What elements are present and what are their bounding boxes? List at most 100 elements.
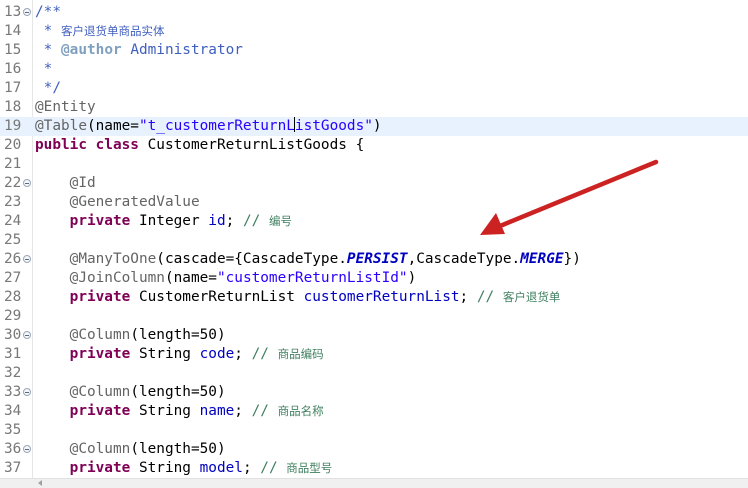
code-line[interactable]: 34 private String name; // 商品名称	[0, 402, 748, 421]
code-token: @Column	[69, 441, 131, 457]
code-token: 商品型号	[286, 461, 333, 475]
code-token: @Table	[35, 118, 87, 134]
code-token: (length=50)	[130, 384, 226, 400]
fold-toggle-icon[interactable]	[23, 331, 31, 339]
code-text: private Integer id; // 编号	[35, 212, 292, 231]
code-token: code	[199, 346, 235, 362]
code-token: *	[35, 23, 61, 39]
code-token: */	[35, 80, 61, 96]
code-token: 客户退货单	[502, 290, 561, 304]
code-token: //	[251, 346, 278, 362]
code-line[interactable]: 14 * 客户退货单商品实体	[0, 22, 748, 41]
code-line[interactable]: 25	[0, 231, 748, 250]
code-line[interactable]: 26 @ManyToOne(cascade={CascadeType.PERSI…	[0, 250, 748, 269]
code-line[interactable]: 17 */	[0, 79, 748, 98]
code-line[interactable]: 15 * @author Administrator	[0, 41, 748, 60]
code-line[interactable]: 22 @Id	[0, 174, 748, 193]
fold-toggle-icon[interactable]	[23, 8, 31, 16]
code-token: )	[407, 270, 417, 286]
code-token: customerReturnList	[303, 289, 460, 305]
fold-toggle-icon[interactable]	[23, 255, 31, 263]
code-line[interactable]: 33 @Column(length=50)	[0, 383, 748, 402]
code-line[interactable]: 20 public class CustomerReturnListGoods {	[0, 136, 748, 155]
code-token: CustomerReturnListGoods {	[138, 137, 365, 153]
code-token: //	[476, 289, 503, 305]
line-number: 32	[4, 365, 22, 381]
code-line[interactable]: 29	[0, 307, 748, 326]
code-token: ;	[242, 460, 261, 476]
code-token: @GeneratedValue	[69, 194, 200, 210]
code-token: (cascade={CascadeType.	[156, 251, 347, 267]
code-token: ;	[459, 289, 477, 305]
code-token: @Column	[69, 384, 131, 400]
fold-toggle-icon[interactable]	[23, 179, 31, 187]
code-token: 商品名称	[277, 404, 324, 418]
code-token: private	[69, 460, 131, 476]
line-number: 34	[4, 403, 22, 419]
code-token: public class	[35, 137, 139, 153]
code-token: id	[208, 213, 226, 229]
code-token: @Id	[69, 175, 96, 191]
code-line[interactable]: 16 *	[0, 60, 748, 79]
code-token: "customerReturnListId"	[216, 270, 408, 286]
code-line[interactable]: 30 @Column(length=50)	[0, 326, 748, 345]
code-line[interactable]: 19 @Table(name="t_customerReturnListGoods…	[0, 117, 748, 136]
code-token: 编号	[268, 214, 292, 228]
code-line[interactable]: 24 private Integer id; // 编号	[0, 212, 748, 231]
line-number: 14	[4, 23, 22, 39]
code-line[interactable]: 18 @Entity	[0, 98, 748, 117]
code-token: private	[69, 289, 131, 305]
code-token: CustomerReturnList	[130, 289, 304, 305]
code-token: Integer	[130, 213, 209, 229]
line-number: 23	[4, 194, 22, 210]
fold-toggle-icon[interactable]	[23, 445, 31, 453]
code-token: })	[563, 251, 581, 267]
code-line[interactable]: 31 private String code; // 商品编码	[0, 345, 748, 364]
code-line[interactable]: 13 /**	[0, 3, 748, 22]
code-line[interactable]: 37 private String model; // 商品型号	[0, 459, 748, 478]
line-number: 20	[4, 137, 22, 153]
code-text: * @author Administrator	[35, 41, 243, 60]
code-token: /**	[35, 4, 61, 20]
code-token: *	[35, 42, 61, 58]
fold-toggle-icon[interactable]	[23, 388, 31, 396]
code-line[interactable]: 35	[0, 421, 748, 440]
code-token: String	[130, 346, 200, 362]
code-text: @JoinColumn(name="customerReturnListId")	[35, 269, 417, 288]
code-text: private String name; // 商品名称	[35, 402, 324, 421]
code-text: @GeneratedValue	[35, 193, 200, 212]
line-number: 22	[4, 175, 22, 191]
code-token: private	[69, 213, 131, 229]
code-text: @Entity	[35, 98, 96, 117]
code-token: private	[69, 346, 131, 362]
code-line[interactable]: 21	[0, 155, 748, 174]
code-line[interactable]: 36 @Column(length=50)	[0, 440, 748, 459]
scroll-left-arrow-icon[interactable]	[38, 480, 42, 486]
code-token: *	[35, 61, 53, 77]
code-line[interactable]: 28 private CustomerReturnList customerRe…	[0, 288, 748, 307]
line-number: 19	[4, 118, 22, 134]
code-editor[interactable]: 13/** 14 * 客户退货单商品实体 15 * @author Administ…	[0, 0, 748, 478]
code-line[interactable]: 23 @GeneratedValue	[0, 193, 748, 212]
line-number: 36	[4, 441, 22, 457]
code-text: */	[35, 79, 61, 98]
line-number: 25	[4, 232, 22, 248]
code-text: @Id	[35, 174, 96, 193]
line-number: 28	[4, 289, 22, 305]
line-number: 37	[4, 460, 22, 476]
code-token: //	[242, 213, 269, 229]
code-token: @Entity	[35, 99, 96, 115]
code-text: private String code; // 商品编码	[35, 345, 324, 364]
code-text: @Table(name="t_customerReturnListGoods")	[35, 117, 382, 136]
code-line[interactable]: 32	[0, 364, 748, 383]
line-number: 35	[4, 422, 22, 438]
code-line[interactable]: 27 @JoinColumn(name="customerReturnListI…	[0, 269, 748, 288]
code-text: @Column(length=50)	[35, 326, 226, 345]
line-number: 24	[4, 213, 22, 229]
line-number: 16	[4, 61, 22, 77]
code-text: @Column(length=50)	[35, 383, 226, 402]
